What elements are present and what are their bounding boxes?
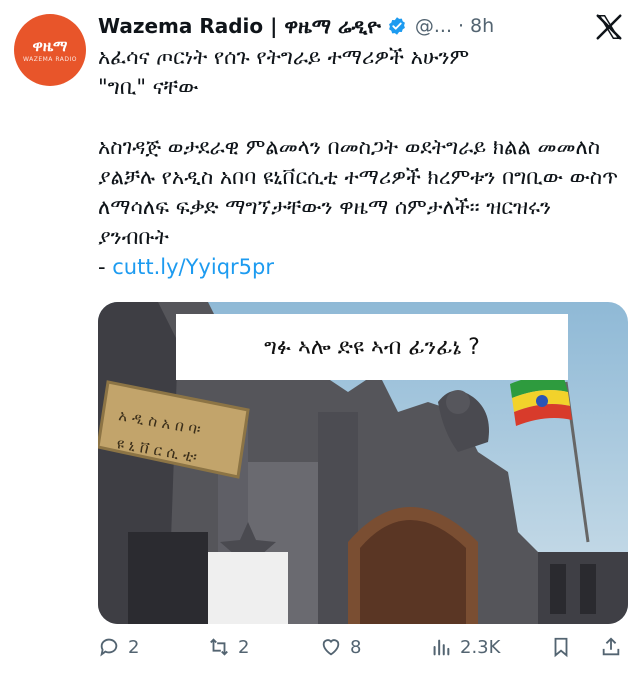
views-button[interactable]: 2.3K xyxy=(430,636,500,658)
tweet-paragraph: አስገዳጅ ወታደራዊ ምልመላን በመስጋት ወደትግራይ ክልል መመለስ … xyxy=(98,132,628,252)
tweet-media-image[interactable]: አ ዲ ስ አ በ ባ፡ ዩ ኒ ቨ ር ሲ ቲ፡ ግፉ ኣሎ ድዩ ኣብ ፊን… xyxy=(98,302,628,624)
tweet-header: Wazema Radio | ዋዜማ ሬዲዮ @... · 8h xyxy=(98,8,570,44)
views-chart-icon xyxy=(433,639,450,656)
x-logo-icon[interactable] xyxy=(594,12,624,42)
like-count: 8 xyxy=(350,636,362,658)
avatar[interactable]: ዋዜማ WAZEMA RADIO xyxy=(14,14,86,86)
retweet-count: 2 xyxy=(238,636,250,658)
share-icon xyxy=(602,637,620,656)
tweet-headline-line2: "ግቢ" ናቸው xyxy=(98,75,199,99)
views-count: 2.3K xyxy=(460,636,501,658)
reply-count: 2 xyxy=(128,636,140,658)
tweet-paragraph-text: አስገዳጅ ወታደራዊ ምልመላን በመስጋት ወደትግራይ ክልል መመለስ … xyxy=(98,135,619,249)
tweet-link-line: - cutt.ly/Yyiqr5pr xyxy=(98,252,628,282)
action-bar: 2 2 8 2.3K xyxy=(98,636,628,668)
tweet-link[interactable]: cutt.ly/Yyiqr5pr xyxy=(112,255,274,279)
heart-icon xyxy=(322,639,340,656)
share-button[interactable] xyxy=(600,636,630,658)
retweet-icon xyxy=(210,638,228,656)
avatar-logo-text: ዋዜማ xyxy=(32,36,68,55)
bookmark-icon xyxy=(554,637,568,658)
tweet-time[interactable]: 8h xyxy=(470,15,494,37)
overlay-caption: ግፉ ኣሎ ድዩ ኣብ ፊንፊኔ ? xyxy=(176,314,568,380)
tweet-headline-line1: አፈሳና ጦርነት የሰጉ የትግራይ ተማሪዎች አሁንም xyxy=(98,45,470,69)
author-handle[interactable]: @... xyxy=(415,15,452,37)
reply-icon xyxy=(100,638,118,657)
reply-button[interactable]: 2 xyxy=(98,636,139,658)
bookmark-button[interactable] xyxy=(550,636,580,658)
like-button[interactable]: 8 xyxy=(320,636,361,658)
separator-dot: · xyxy=(458,15,465,37)
author-name[interactable]: Wazema Radio | ዋዜማ ሬዲዮ xyxy=(98,14,381,38)
retweet-button[interactable]: 2 xyxy=(208,636,249,658)
verified-badge-icon xyxy=(388,17,405,35)
tweet-text: አፈሳና ጦርነት የሰጉ የትግራይ ተማሪዎች አሁንም "ግቢ" ናቸው … xyxy=(98,42,628,282)
avatar-subtitle: WAZEMA RADIO xyxy=(23,55,77,63)
link-prefix: - xyxy=(98,255,113,279)
